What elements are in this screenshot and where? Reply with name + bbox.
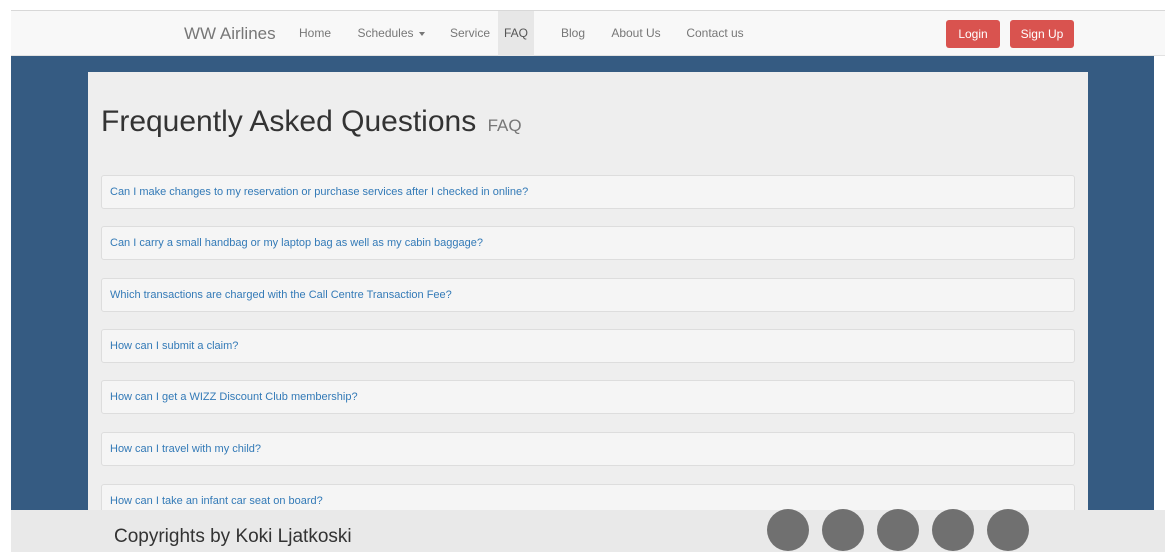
faq-item: How can I travel with my child?: [101, 432, 1075, 466]
caret-down-icon: [418, 31, 425, 36]
social-icon-3[interactable]: [877, 509, 919, 551]
social-icon-2[interactable]: [822, 509, 864, 551]
top-navbar: WW Airlines Home Schedules Service FAQ B…: [11, 10, 1165, 56]
page-title: Frequently Asked Questions FAQ: [101, 105, 522, 139]
faq-panel: Frequently Asked Questions FAQ Can I mak…: [88, 72, 1088, 510]
page-title-text: Frequently Asked Questions: [101, 105, 477, 138]
copyright-text: Copyrights by Koki Ljatkoski: [114, 526, 352, 547]
faq-item: How can I take an infant car seat on boa…: [101, 484, 1075, 510]
social-icon-1[interactable]: [767, 509, 809, 551]
faq-item: Can I make changes to my reservation or …: [101, 175, 1075, 209]
nav-faq[interactable]: FAQ: [498, 11, 534, 56]
faq-item: Which transactions are charged with the …: [101, 278, 1075, 312]
social-icon-4[interactable]: [932, 509, 974, 551]
faq-question-link[interactable]: How can I take an infant car seat on boa…: [110, 485, 323, 510]
page-title-small: FAQ: [487, 116, 522, 135]
nav-home[interactable]: Home: [290, 11, 340, 56]
nav-about-us[interactable]: About Us: [602, 11, 670, 56]
faq-item: How can I get a WIZZ Discount Club membe…: [101, 380, 1075, 414]
nav-contact-us[interactable]: Contact us: [678, 11, 752, 56]
nav-schedules-label: Schedules: [357, 26, 414, 40]
login-button[interactable]: Login: [946, 20, 1000, 48]
faq-item: Can I carry a small handbag or my laptop…: [101, 226, 1075, 260]
faq-question-link[interactable]: How can I get a WIZZ Discount Club membe…: [110, 381, 358, 413]
faq-question-link[interactable]: How can I travel with my child?: [110, 433, 261, 465]
faq-question-link[interactable]: Which transactions are charged with the …: [110, 279, 452, 311]
nav-blog[interactable]: Blog: [554, 11, 592, 56]
brand-link[interactable]: WW Airlines: [184, 11, 276, 56]
faq-question-link[interactable]: Can I carry a small handbag or my laptop…: [110, 227, 483, 259]
signup-button[interactable]: Sign Up: [1010, 20, 1074, 48]
faq-question-link[interactable]: How can I submit a claim?: [110, 330, 238, 362]
faq-item: How can I submit a claim?: [101, 329, 1075, 363]
nav-schedules-dropdown[interactable]: Schedules: [342, 11, 440, 56]
nav-service[interactable]: Service: [442, 11, 498, 56]
faq-question-link[interactable]: Can I make changes to my reservation or …: [110, 176, 528, 208]
social-icon-5[interactable]: [987, 509, 1029, 551]
